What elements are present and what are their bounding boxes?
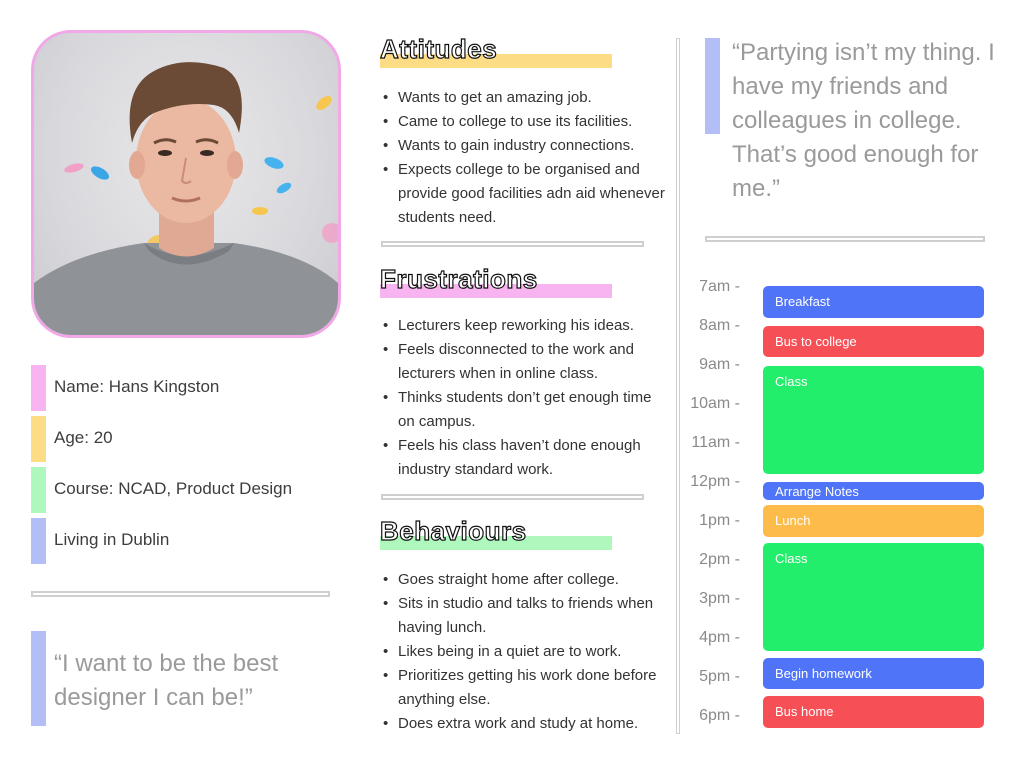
- list-item: Lecturers keep reworking his ideas.: [383, 314, 668, 338]
- portrait-illustration: [34, 62, 338, 335]
- quote-marker: [31, 631, 46, 726]
- age-text: Age: 20: [54, 428, 113, 447]
- list-item: Likes being in a quiet are to work.: [383, 640, 673, 664]
- vertical-divider: [676, 38, 680, 734]
- time-5pm: 5pm -: [699, 668, 740, 685]
- event-bus-home: Bus home: [763, 696, 984, 728]
- list-item: Wants to gain industry connections.: [383, 134, 668, 158]
- time-10am: 10am -: [690, 395, 740, 412]
- frustrations-divider: [381, 494, 644, 500]
- event-bus-to-college: Bus to college: [763, 326, 984, 357]
- time-7am: 7am -: [699, 278, 740, 295]
- blue-marker: [31, 518, 46, 564]
- list-item: Expects college to be organised and prov…: [383, 158, 668, 230]
- right-divider: [705, 236, 985, 242]
- time-4pm: 4pm -: [699, 629, 740, 646]
- behaviours-list: Goes straight home after college. Sits i…: [380, 568, 673, 736]
- profile-photo: [31, 30, 341, 338]
- green-marker: [31, 467, 46, 513]
- info-location-row: Living in Dublin: [31, 518, 331, 564]
- list-item: Came to college to use its facilities.: [383, 110, 668, 134]
- event-lunch: Lunch: [763, 505, 984, 537]
- list-item: Feels disconnected to the work and lectu…: [383, 338, 668, 386]
- course-text: Course: NCAD, Product Design: [54, 479, 293, 498]
- frustrations-heading: Frustrations: [379, 263, 538, 294]
- persona-quote: “I want to be the best designer I can be…: [54, 650, 279, 711]
- list-item: Goes straight home after college.: [383, 568, 673, 592]
- behaviours-heading: Behaviours: [379, 515, 527, 546]
- event-breakfast: Breakfast: [763, 286, 984, 318]
- list-item: Feels his class haven’t done enough indu…: [383, 434, 668, 482]
- time-2pm: 2pm -: [699, 551, 740, 568]
- list-item: Wants to get an amazing job.: [383, 86, 668, 110]
- list-item: Sits in studio and talks to friends when…: [383, 592, 673, 640]
- attitudes-heading: Attitudes: [379, 33, 498, 64]
- side-quote-marker: [705, 38, 720, 134]
- time-1pm: 1pm -: [699, 512, 740, 529]
- event-begin-homework: Begin homework: [763, 658, 984, 689]
- list-item: Thinks students don’t get enough time on…: [383, 386, 668, 434]
- event-class-morning: Class: [763, 366, 984, 474]
- pink-marker: [31, 365, 46, 411]
- attitudes-list: Wants to get an amazing job. Came to col…: [380, 86, 668, 230]
- attitudes-divider: [381, 241, 644, 247]
- info-age-row: Age: 20: [31, 416, 331, 462]
- left-divider: [31, 591, 330, 597]
- event-arrange-notes: Arrange Notes: [763, 482, 984, 500]
- time-11am: 11am -: [691, 434, 740, 451]
- info-name-row: Name: Hans Kingston: [31, 365, 331, 411]
- time-3pm: 3pm -: [699, 590, 740, 607]
- frustrations-list: Lecturers keep reworking his ideas. Feel…: [380, 314, 668, 482]
- time-12pm: 12pm -: [690, 473, 740, 490]
- time-6pm: 6pm -: [699, 707, 740, 724]
- info-course-row: Course: NCAD, Product Design: [31, 467, 331, 513]
- location-text: Living in Dublin: [54, 530, 170, 549]
- list-item: Prioritizes getting his work done before…: [383, 664, 673, 712]
- event-class-afternoon: Class: [763, 543, 984, 651]
- list-item: Does extra work and study at home.: [383, 712, 673, 736]
- time-9am: 9am -: [699, 356, 740, 373]
- name-text: Name: Hans Kingston: [54, 377, 220, 396]
- yellow-marker: [31, 416, 46, 462]
- time-8am: 8am -: [699, 317, 740, 334]
- side-quote: “Partying isn’t my thing. I have my frie…: [732, 39, 995, 202]
